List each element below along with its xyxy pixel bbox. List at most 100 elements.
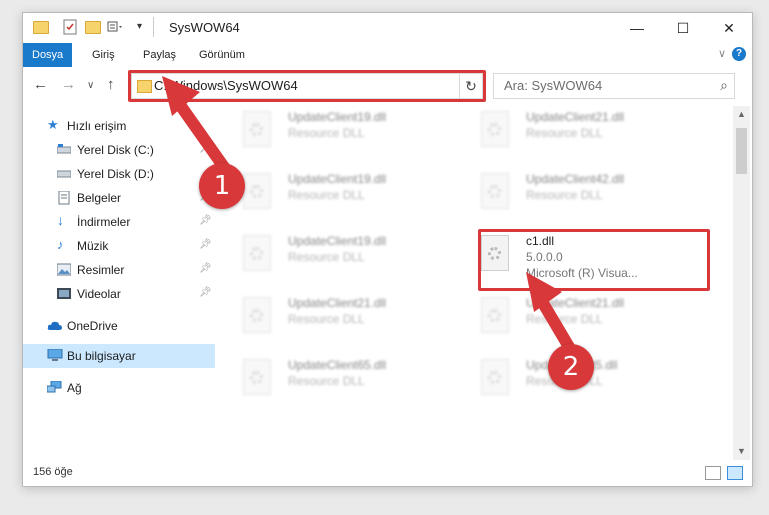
sidebar-item-label: Müzik	[77, 239, 109, 253]
drive-icon	[56, 143, 72, 156]
sidebar-item-this-pc[interactable]: Bu bilgisayar	[23, 344, 215, 368]
sidebar-item-drive-c[interactable]: Yerel Disk (C:) 📌︎	[23, 138, 215, 162]
scrollbar-thumb[interactable]	[736, 128, 747, 174]
file-name: UpdateClient65.dll	[288, 358, 387, 372]
list-item[interactable]: UpdateClient21.dll Resource DLL	[461, 292, 691, 348]
vertical-scrollbar[interactable]: ▲ ▼	[733, 106, 750, 460]
search-box[interactable]: Ara: SysWOW64 ⌕	[493, 73, 735, 99]
list-item[interactable]: UpdateClient19.dll Resource DLL	[223, 168, 453, 224]
sidebar-item-downloads[interactable]: ↓ İndirmeler 📌︎	[23, 210, 215, 234]
search-icon[interactable]: ⌕	[720, 77, 728, 94]
music-icon: ♪	[57, 237, 64, 252]
address-highlight-box	[128, 70, 486, 102]
file-type: Resource DLL	[526, 126, 603, 140]
file-name: UpdateClient21.dll	[526, 296, 625, 310]
sidebar-item-music[interactable]: ♪ Müzik 📌︎	[23, 234, 215, 258]
list-item[interactable]: UpdateClient21.dll Resource DLL	[461, 106, 691, 162]
close-button[interactable]: ✕	[706, 13, 752, 43]
minimize-button[interactable]: —	[614, 13, 660, 43]
dll-file-icon	[481, 173, 509, 209]
details-view-icon[interactable]	[705, 466, 721, 480]
step-1-badge: 1	[199, 163, 245, 209]
sidebar-item-network[interactable]: Ağ	[23, 376, 215, 400]
ribbon-expand-icon[interactable]: ∨	[718, 47, 726, 60]
dll-file-icon	[243, 359, 271, 395]
list-item[interactable]: UpdateClient42.dll Resource DLL	[461, 168, 691, 224]
sidebar-item-label: Yerel Disk (C:)	[77, 143, 154, 157]
document-icon	[57, 190, 71, 205]
recent-locations-icon[interactable]: ∨	[87, 80, 94, 91]
new-folder-icon[interactable]	[85, 21, 101, 34]
help-icon[interactable]: ?	[732, 47, 746, 61]
sidebar-item-label: Resimler	[77, 263, 125, 277]
file-name: UpdateClient19.dll	[288, 110, 387, 124]
title-divider	[153, 17, 154, 37]
item-count: 156 öğe	[33, 466, 73, 478]
drive-icon	[56, 167, 72, 180]
tab-file[interactable]: Dosya	[23, 43, 73, 67]
pin-icon[interactable]: 📌︎	[199, 287, 212, 298]
sidebar-item-documents[interactable]: Belgeler 📌︎	[23, 186, 215, 210]
navigation-pane: ★ Hızlı erişim Yerel Disk (C:) 📌︎ Yerel …	[23, 106, 217, 460]
file-name: UpdateClient19.dll	[288, 172, 387, 186]
back-arrow-icon[interactable]: ←	[33, 76, 48, 93]
sidebar-item-pictures[interactable]: Resimler 📌︎	[23, 258, 215, 282]
pin-icon[interactable]: 📌︎	[199, 239, 212, 250]
pictures-icon	[56, 263, 72, 276]
dll-file-icon	[481, 359, 509, 395]
pin-icon[interactable]: 📌︎	[199, 263, 212, 274]
sidebar-item-label: İndirmeler	[77, 215, 131, 229]
sidebar-item-drive-d[interactable]: Yerel Disk (D:)	[23, 162, 215, 186]
sidebar-item-label: Bu bilgisayar	[67, 349, 136, 363]
tab-share[interactable]: Paylaş	[134, 43, 185, 67]
tab-home[interactable]: Giriş	[83, 43, 124, 67]
window-title: SysWOW64	[169, 20, 240, 35]
sidebar-item-label: Videolar	[77, 287, 121, 301]
quick-access-dropdown-icon[interactable]: ▾	[137, 21, 142, 32]
dll-file-icon	[243, 235, 271, 271]
sidebar-item-label: Yerel Disk (D:)	[77, 167, 154, 181]
file-highlight-box	[478, 229, 710, 291]
forward-arrow-icon[interactable]: →	[61, 76, 76, 93]
list-item[interactable]: UpdateClient19.dll Resource DLL	[223, 230, 453, 286]
file-name: UpdateClient21.dll	[288, 296, 387, 310]
file-name: UpdateClient42.dll	[526, 172, 625, 186]
file-type: Resource DLL	[288, 312, 365, 326]
maximize-button[interactable]: ☐	[660, 13, 706, 43]
dll-file-icon	[481, 111, 509, 147]
file-type: Resource DLL	[526, 188, 603, 202]
step-2-badge: 2	[548, 344, 594, 390]
scroll-down-icon[interactable]: ▼	[737, 446, 746, 456]
tab-view[interactable]: Görünüm	[190, 43, 254, 67]
computer-icon	[47, 348, 63, 362]
list-item[interactable]: UpdateClient21.dll Resource DLL	[223, 292, 453, 348]
list-item[interactable]: UpdateClient65.dll Resource DLL	[223, 354, 453, 410]
folder-icon	[33, 21, 49, 34]
sidebar-item-label: Belgeler	[77, 191, 122, 205]
list-item[interactable]: UpdateClient19.dll Resource DLL	[223, 106, 453, 162]
properties-icon[interactable]	[63, 19, 77, 35]
file-name: UpdateClient19.dll	[288, 234, 387, 248]
pin-icon[interactable]: 📌︎	[199, 215, 212, 226]
title-bar: ▾ SysWOW64 — ☐ ✕	[23, 13, 752, 43]
sidebar-item-videos[interactable]: Videolar 📌︎	[23, 282, 215, 306]
file-name: UpdateClient21.dll	[526, 110, 625, 124]
sidebar-item-label: Ağ	[67, 381, 82, 395]
file-type: Resource DLL	[288, 374, 365, 388]
up-arrow-icon[interactable]: ↑	[107, 76, 115, 93]
sidebar-item-onedrive[interactable]: OneDrive	[23, 314, 215, 338]
dll-file-icon	[481, 297, 509, 333]
ribbon-tabs: Dosya Giriş Paylaş Görünüm ∨ ?	[23, 43, 752, 67]
pin-icon[interactable]: 📌︎	[199, 143, 212, 154]
dll-file-icon	[243, 173, 271, 209]
view-menu-icon[interactable]	[107, 19, 122, 35]
sidebar-item-quick-access[interactable]: ★ Hızlı erişim	[23, 114, 215, 138]
videos-icon	[57, 287, 71, 300]
network-icon	[46, 380, 62, 394]
tiles-view-icon[interactable]	[727, 466, 743, 480]
navigation-bar: ← → ∨ ↑ C:\Windows\SysWOW64 ∨ ↻ Ara: Sys…	[23, 70, 752, 102]
search-input[interactable]: Ara: SysWOW64	[504, 78, 602, 93]
download-icon: ↓	[57, 212, 64, 228]
scroll-up-icon[interactable]: ▲	[737, 109, 746, 119]
dll-file-icon	[243, 111, 271, 147]
